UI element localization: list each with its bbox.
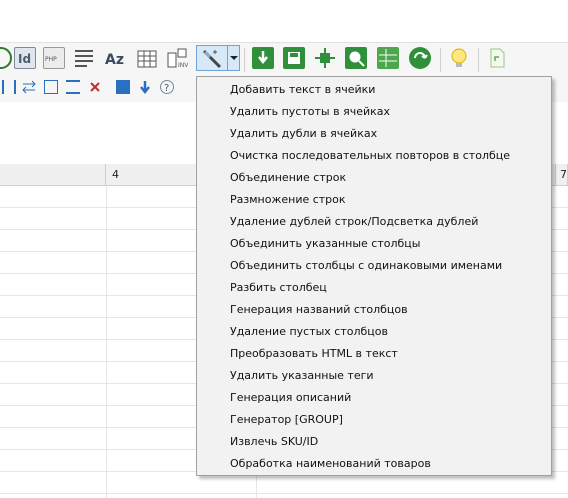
wand-icon	[202, 49, 222, 69]
download-icon[interactable]	[252, 47, 274, 69]
menu-item-process-product-names[interactable]: Обработка наименований товаров	[197, 453, 551, 475]
menu-item-multiply-rows[interactable]: Размножение строк	[197, 189, 551, 211]
menu-item-add-text[interactable]: Добавить текст в ячейки	[197, 79, 551, 101]
menu-item-html-to-text[interactable]: Преобразовать HTML в текст	[197, 343, 551, 365]
globe-refresh-icon[interactable]	[409, 47, 431, 69]
spreadsheet-icon[interactable]	[377, 47, 399, 69]
menu-item-split-column[interactable]: Разбить столбец	[197, 277, 551, 299]
chevron-down-icon[interactable]	[227, 46, 239, 70]
svg-text:Id: Id	[18, 52, 31, 66]
menu-item-extract-sku[interactable]: Извлечь SKU/ID	[197, 431, 551, 453]
move-image-icon[interactable]	[314, 47, 336, 69]
merge-rows-icon[interactable]	[66, 80, 80, 94]
menu-item-remove-blanks[interactable]: Удалить пустоты в ячейках	[197, 101, 551, 123]
menu-item-group-generator[interactable]: Генератор [GROUP]	[197, 409, 551, 431]
columns-icon[interactable]: INV	[166, 47, 189, 69]
svg-text:Az: Az	[105, 52, 124, 68]
arrow-down-icon[interactable]	[138, 80, 152, 95]
top-area	[0, 0, 568, 38]
menu-item-generate-descriptions[interactable]: Генерация описаний	[197, 387, 551, 409]
menu-item-remove-duplicates-in-cells[interactable]: Удалить дубли в ячейках	[197, 123, 551, 145]
menu-item-merge-same-name-columns[interactable]: Объединить столбцы с одинаковыми именами	[197, 255, 551, 277]
table-icon[interactable]	[136, 47, 158, 69]
save-export-icon[interactable]	[283, 47, 305, 69]
calculator-icon[interactable]	[116, 80, 130, 94]
lightbulb-icon[interactable]	[448, 47, 470, 69]
toolbar-divider	[244, 48, 245, 72]
toolbar-divider	[440, 48, 441, 72]
tools-dropdown-button[interactable]	[196, 45, 240, 71]
menu-item-remove-duplicate-rows[interactable]: Удаление дублей строк/Подсветка дублей	[197, 211, 551, 233]
id-icon[interactable]: Id	[14, 47, 36, 69]
menu-item-merge-rows[interactable]: Объединение строк	[197, 167, 551, 189]
menu-item-merge-columns[interactable]: Объединить указанные столбцы	[197, 233, 551, 255]
svg-text:INV: INV	[178, 62, 188, 69]
menu-item-generate-column-names[interactable]: Генерация названий столбцов	[197, 299, 551, 321]
svg-text:PHP: PHP	[45, 56, 57, 63]
row-height-icon[interactable]	[2, 80, 16, 94]
tools-dropdown-menu: Добавить текст в ячейки Удалить пустоты …	[196, 76, 552, 476]
az-sort-icon[interactable]: Az	[104, 47, 126, 69]
insert-rows-icon[interactable]	[44, 80, 58, 94]
text-lines-icon[interactable]	[73, 47, 95, 69]
svg-text:?: ?	[164, 83, 169, 93]
column-header[interactable]: 7	[556, 164, 568, 186]
menu-item-remove-tags[interactable]: Удалить указанные теги	[197, 365, 551, 387]
swap-columns-icon[interactable]	[22, 80, 36, 94]
menu-item-clear-sequential-repeats[interactable]: Очистка последовательных повторов в стол…	[197, 145, 551, 167]
document-icon[interactable]	[486, 47, 508, 69]
php-icon[interactable]: PHP	[43, 47, 65, 69]
help-icon[interactable]: ?	[160, 80, 174, 94]
menu-item-remove-empty-columns[interactable]: Удаление пустых столбцов	[197, 321, 551, 343]
toolbar-divider	[478, 48, 479, 72]
delete-x-icon[interactable]	[88, 80, 102, 94]
column-header[interactable]	[0, 164, 106, 186]
zoom-image-icon[interactable]	[345, 47, 367, 69]
